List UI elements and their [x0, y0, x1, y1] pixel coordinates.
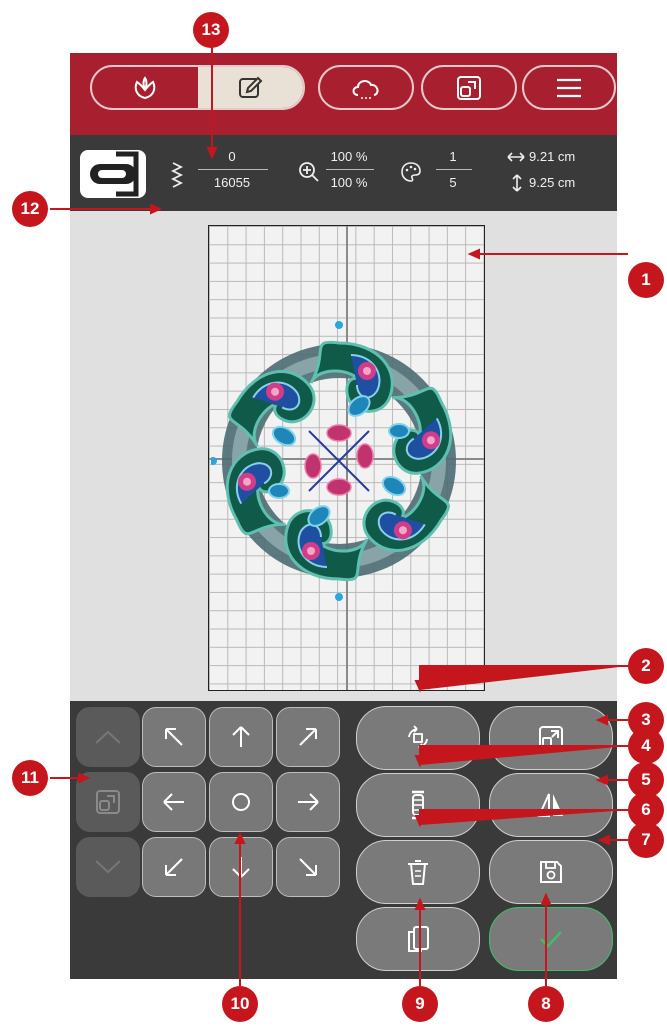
callout-7: 7	[628, 822, 664, 858]
callout-13: 13	[193, 12, 229, 48]
callout-10: 10	[222, 986, 258, 1022]
callout-9: 9	[402, 986, 438, 1022]
callout-12: 12	[12, 191, 48, 227]
callout-8: 8	[528, 986, 564, 1022]
callout-11: 11	[12, 760, 48, 796]
callout-leaders	[50, 40, 628, 986]
callout-2: 2	[628, 648, 664, 684]
callout-4: 4	[628, 728, 664, 764]
callout-1: 1	[628, 262, 664, 298]
